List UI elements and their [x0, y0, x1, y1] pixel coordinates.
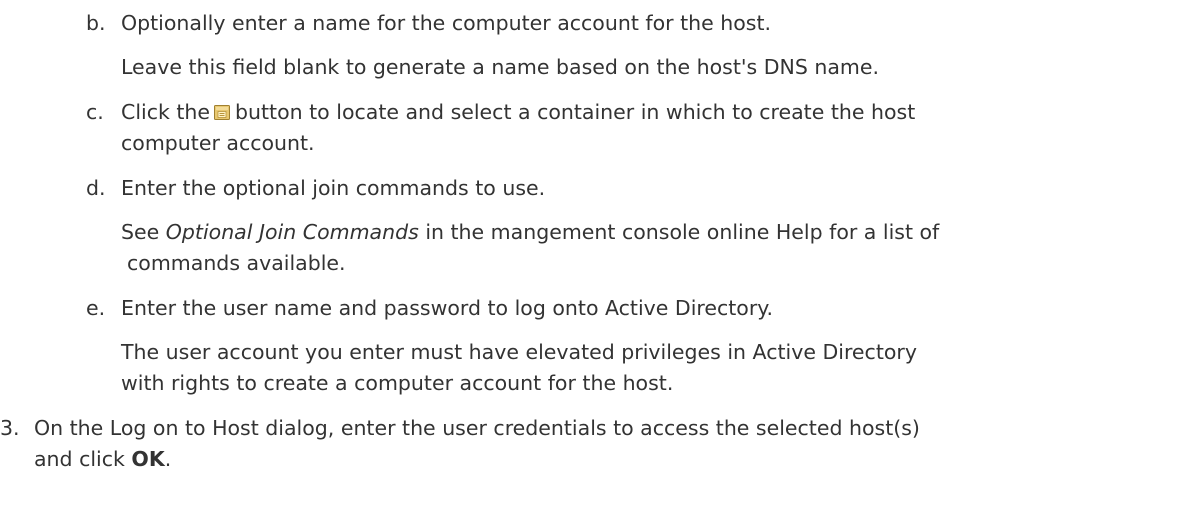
step-e-text: Enter the user name and password to log …	[121, 296, 774, 320]
step-3-text-line2: and click OK.	[34, 446, 171, 472]
step-d-text: Enter the optional join commands to use.	[121, 176, 546, 200]
step-d-note-suffix: in the mangement console online Help for…	[418, 220, 940, 244]
step-d-note-italic: Optional Join Commands	[165, 220, 419, 244]
step-d-note-line2: commands available.	[127, 251, 346, 275]
step-c-marker: c.	[86, 100, 104, 124]
step-3-text-line1: On the Log on to Host dialog, enter the …	[34, 416, 920, 440]
step-3-text-line2-suffix: .	[164, 447, 172, 471]
step-d-marker: d.	[86, 176, 106, 200]
step-c-text-line2: computer account.	[121, 131, 315, 155]
step-e-note-line1: The user account you enter must have ele…	[121, 340, 917, 364]
step-3-ok-label: OK	[131, 447, 165, 471]
step-c-text-line1: Click the button to locate and select a …	[121, 99, 915, 125]
step-3-marker: 3.	[0, 416, 20, 440]
step-e-note-line2: with rights to create a computer account…	[121, 371, 674, 395]
step-d-note-line1: See Optional Join Commands in the mangem…	[121, 219, 939, 245]
step-c-text-before-icon: Click the	[121, 100, 211, 124]
container-browse-icon	[213, 103, 231, 121]
step-c-text-after-icon: button to locate and select a container …	[235, 100, 916, 124]
document-page: b. Optionally enter a name for the compu…	[0, 0, 1186, 513]
step-b-marker: b.	[86, 11, 106, 35]
step-d-note-prefix: See	[121, 220, 166, 244]
step-b-text: Optionally enter a name for the computer…	[121, 11, 772, 35]
step-3-text-line2-prefix: and click	[34, 447, 132, 471]
step-b-note: Leave this field blank to generate a nam…	[121, 55, 880, 79]
step-e-marker: e.	[86, 296, 106, 320]
